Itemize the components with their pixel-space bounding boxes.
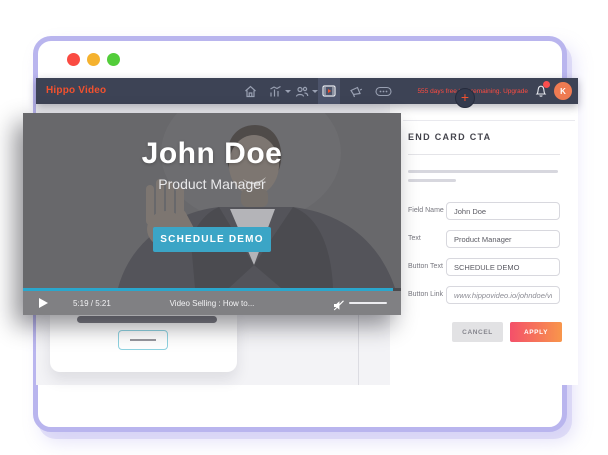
videos-icon-active[interactable]: [318, 78, 340, 104]
home-icon[interactable]: [244, 78, 257, 104]
panel-divider: [408, 154, 560, 155]
text-label: Text: [408, 235, 421, 242]
page: Hippo Video: [0, 0, 608, 455]
panel-divider: [403, 120, 575, 121]
placeholder-line: [130, 339, 156, 341]
form-row-button-text: Button Text: [408, 258, 568, 276]
end-card-name: John Doe: [23, 137, 401, 171]
video-player[interactable]: John Doe Product Manager SCHEDULE DEMO 5…: [23, 113, 401, 315]
video-list-card: [50, 314, 237, 372]
chevron-down-icon: [285, 90, 291, 93]
apply-button[interactable]: APPLY: [510, 322, 562, 342]
panel-heading: END CARD CTA: [408, 132, 491, 142]
form-row-button-link: Button Link: [408, 286, 568, 304]
avatar[interactable]: K: [554, 82, 572, 100]
contacts-icon[interactable]: [295, 78, 318, 104]
window-minimize-button[interactable]: [87, 53, 100, 66]
skeleton-line: [408, 179, 456, 182]
navbar-right-group: 555 days free trial remaining. Upgrade K: [417, 78, 572, 104]
button-text-input[interactable]: [446, 258, 560, 276]
text-input[interactable]: [446, 230, 560, 248]
hippo-video-logo[interactable]: Hippo Video: [46, 85, 106, 96]
volume-slider[interactable]: [349, 302, 387, 304]
content-divider: [358, 312, 359, 385]
form-row-field-name: Field Name: [408, 202, 568, 220]
create-video-button[interactable]: +: [455, 88, 475, 108]
notification-badge: [543, 81, 550, 88]
field-name-input[interactable]: [446, 202, 560, 220]
player-controls: 5:19 / 5:21 Video Selling : How to...: [23, 291, 401, 315]
mute-icon[interactable]: [333, 298, 345, 315]
card-grip-bar: [77, 316, 217, 323]
window-close-button[interactable]: [67, 53, 80, 66]
button-text-label: Button Text: [408, 263, 443, 270]
form-row-text: Text: [408, 230, 568, 248]
schedule-demo-button[interactable]: SCHEDULE DEMO: [153, 227, 271, 252]
card-action-placeholder[interactable]: [118, 330, 168, 350]
app-navbar: Hippo Video: [36, 78, 578, 104]
more-options-icon[interactable]: [375, 78, 392, 104]
button-link-input[interactable]: [446, 286, 560, 304]
campaign-megaphone-icon[interactable]: [349, 78, 363, 104]
field-name-label: Field Name: [408, 207, 444, 214]
button-link-label: Button Link: [408, 291, 443, 298]
end-card-cta-panel: END CARD CTA Field Name Text Button Text…: [390, 104, 578, 385]
cancel-button[interactable]: CANCEL: [452, 322, 503, 342]
bell-icon[interactable]: [535, 84, 547, 98]
end-card-role: Product Manager: [23, 176, 401, 192]
skeleton-line: [408, 170, 558, 173]
window-zoom-button[interactable]: [107, 53, 120, 66]
analytics-icon[interactable]: [269, 78, 291, 104]
